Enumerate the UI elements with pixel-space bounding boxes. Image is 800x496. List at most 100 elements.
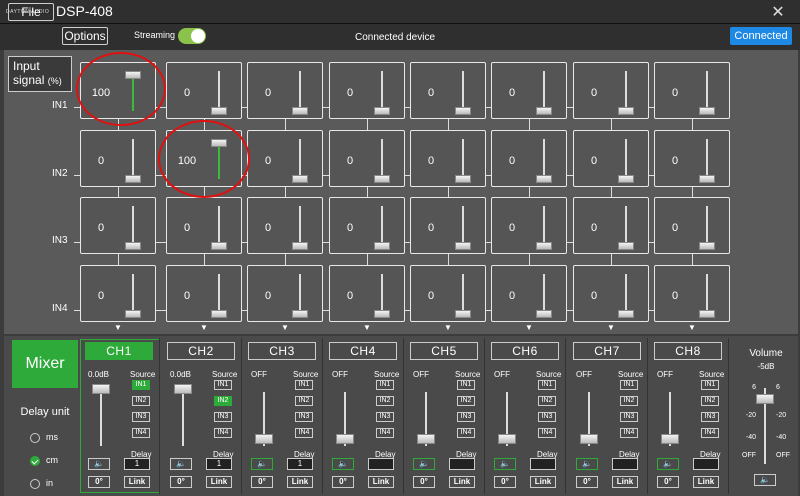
mix-cell-in1-ch5[interactable]: 0	[410, 62, 486, 119]
volume-slider-thumb[interactable]	[756, 394, 774, 404]
source-button-in4[interactable]: IN4	[701, 428, 719, 438]
channel-fader-track[interactable]	[182, 392, 184, 446]
mix-slider-track[interactable]	[299, 71, 301, 111]
mix-slider-track[interactable]	[462, 71, 464, 111]
mix-cell-in2-ch4[interactable]: 0	[329, 130, 405, 187]
source-button-in2[interactable]: IN2	[457, 396, 475, 406]
source-button-in2[interactable]: IN2	[376, 396, 394, 406]
mix-slider-thumb[interactable]	[455, 175, 471, 183]
mix-slider-thumb[interactable]	[618, 310, 634, 318]
delay-unit-in[interactable]: in	[30, 478, 53, 489]
channel-fader-thumb[interactable]	[92, 384, 110, 394]
mix-slider-track[interactable]	[625, 274, 627, 314]
mix-cell-in3-ch6[interactable]: 0	[491, 197, 567, 254]
delay-unit-ms[interactable]: ms	[30, 432, 58, 443]
mix-slider-thumb[interactable]	[125, 242, 141, 250]
source-button-in2[interactable]: IN2	[620, 396, 638, 406]
close-icon[interactable]: ✕	[766, 2, 790, 22]
mix-cell-in3-ch1[interactable]: 0	[80, 197, 156, 254]
mix-slider-track[interactable]	[543, 206, 545, 246]
mix-slider-thumb[interactable]	[618, 107, 634, 115]
mix-cell-in4-ch3[interactable]: 0	[247, 265, 323, 322]
mix-slider-thumb[interactable]	[618, 242, 634, 250]
mix-cell-in1-ch4[interactable]: 0	[329, 62, 405, 119]
source-button-in2[interactable]: IN2	[701, 396, 719, 406]
channel-button-ch6[interactable]: CH6	[491, 342, 559, 360]
source-button-in4[interactable]: IN4	[457, 428, 475, 438]
speaker-icon[interactable]: 🔈	[332, 458, 354, 470]
radio-cm-icon[interactable]	[30, 455, 40, 466]
source-button-in4[interactable]: IN4	[376, 428, 394, 438]
source-button-in1[interactable]: IN1	[457, 380, 475, 390]
mix-cell-in1-ch8[interactable]: 0	[654, 62, 730, 119]
channel-button-ch2[interactable]: CH2	[167, 342, 235, 360]
mix-slider-thumb[interactable]	[455, 242, 471, 250]
mix-cell-in4-ch4[interactable]: 0	[329, 265, 405, 322]
mix-slider-track[interactable]	[299, 274, 301, 314]
channel-fader-thumb[interactable]	[417, 434, 435, 444]
source-button-in1[interactable]: IN1	[132, 380, 150, 390]
source-button-in1[interactable]: IN1	[376, 380, 394, 390]
link-button[interactable]: Link	[368, 476, 394, 488]
channel-fader-thumb[interactable]	[174, 384, 192, 394]
speaker-icon[interactable]: 🔈	[576, 458, 598, 470]
delay-input[interactable]	[612, 458, 638, 470]
mix-slider-thumb[interactable]	[125, 310, 141, 318]
file-menu-button[interactable]: File	[8, 3, 54, 21]
delay-unit-cm[interactable]: cm	[30, 455, 58, 466]
mix-slider-track[interactable]	[132, 274, 134, 314]
mixer-button[interactable]: Mixer	[12, 340, 78, 388]
streaming-toggle[interactable]	[178, 28, 206, 44]
mix-slider-thumb[interactable]	[699, 242, 715, 250]
radio-in-icon[interactable]	[30, 478, 40, 489]
mix-slider-track[interactable]	[218, 71, 220, 111]
speaker-icon[interactable]: 🔈	[170, 458, 192, 470]
channel-fader-thumb[interactable]	[336, 434, 354, 444]
mix-cell-in2-ch3[interactable]: 0	[247, 130, 323, 187]
mix-slider-thumb[interactable]	[292, 175, 308, 183]
speaker-icon[interactable]: 🔈	[88, 458, 110, 470]
mix-slider-track[interactable]	[706, 274, 708, 314]
source-button-in2[interactable]: IN2	[132, 396, 150, 406]
source-button-in4[interactable]: IN4	[538, 428, 556, 438]
mix-slider-track[interactable]	[543, 274, 545, 314]
mix-slider-track[interactable]	[299, 139, 301, 179]
mix-slider-thumb[interactable]	[374, 310, 390, 318]
connected-button[interactable]: Connected	[730, 27, 792, 45]
speaker-icon[interactable]: 🔈	[494, 458, 516, 470]
phase-button[interactable]: 0°	[332, 476, 354, 488]
source-button-in3[interactable]: IN3	[620, 412, 638, 422]
mix-slider-thumb[interactable]	[536, 310, 552, 318]
channel-fader-thumb[interactable]	[661, 434, 679, 444]
source-button-in3[interactable]: IN3	[538, 412, 556, 422]
source-button-in3[interactable]: IN3	[214, 412, 232, 422]
channel-button-ch4[interactable]: CH4	[329, 342, 397, 360]
mix-slider-track[interactable]	[381, 274, 383, 314]
mix-cell-in2-ch1[interactable]: 0	[80, 130, 156, 187]
volume-speaker-icon[interactable]: 🔈	[754, 474, 776, 486]
mix-cell-in3-ch3[interactable]: 0	[247, 197, 323, 254]
delay-input[interactable]	[693, 458, 719, 470]
phase-button[interactable]: 0°	[413, 476, 435, 488]
mix-slider-thumb[interactable]	[292, 107, 308, 115]
mix-slider-thumb[interactable]	[455, 310, 471, 318]
source-button-in1[interactable]: IN1	[295, 380, 313, 390]
mix-slider-track[interactable]	[381, 71, 383, 111]
source-button-in2[interactable]: IN2	[538, 396, 556, 406]
mix-cell-in4-ch6[interactable]: 0	[491, 265, 567, 322]
mix-cell-in1-ch7[interactable]: 0	[573, 62, 649, 119]
mix-cell-in4-ch1[interactable]: 0	[80, 265, 156, 322]
mix-slider-thumb[interactable]	[618, 175, 634, 183]
delay-input[interactable]: 1	[287, 458, 313, 470]
phase-button[interactable]: 0°	[576, 476, 598, 488]
source-button-in4[interactable]: IN4	[214, 428, 232, 438]
source-button-in4[interactable]: IN4	[295, 428, 313, 438]
mix-slider-track[interactable]	[462, 139, 464, 179]
mix-slider-track[interactable]	[625, 206, 627, 246]
channel-button-ch3[interactable]: CH3	[248, 342, 316, 360]
mix-slider-track[interactable]	[462, 274, 464, 314]
link-button[interactable]: Link	[206, 476, 232, 488]
phase-button[interactable]: 0°	[88, 476, 110, 488]
channel-fader-thumb[interactable]	[498, 434, 516, 444]
mix-slider-thumb[interactable]	[699, 107, 715, 115]
